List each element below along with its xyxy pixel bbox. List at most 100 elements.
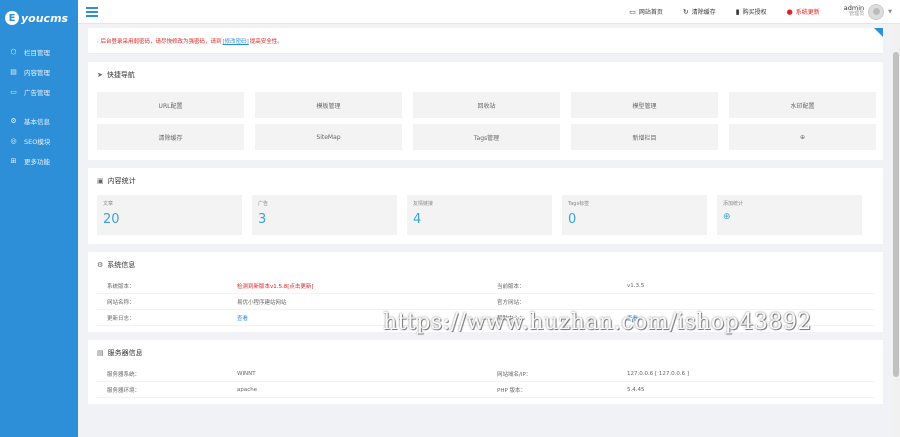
stat-label: 添加统计 — [723, 201, 744, 207]
info-value: v1.3.5 — [627, 282, 645, 289]
table-row: 更新日志： 查看 帮助中心： 查看 — [97, 310, 874, 326]
admin-role: 管理员 — [849, 11, 865, 18]
stat-value: 20 — [103, 212, 120, 227]
admin-menu[interactable]: admin 管理员 ▼ — [844, 3, 892, 20]
quick-recycle-bin[interactable]: 回收站 — [413, 92, 560, 118]
info-key: PHP 版本： — [497, 387, 527, 394]
stat-value: 0 — [568, 212, 577, 227]
sidebar-item-columns[interactable]: ⬡ 栏目管理 — [0, 42, 78, 62]
stat-links[interactable]: 友情链接 4 — [407, 195, 552, 235]
menu-toggle-icon[interactable] — [86, 6, 98, 17]
stat-articles[interactable]: 文章 20 — [97, 195, 242, 235]
notice-prefix: · 后台登录采用弱密码，请尽快修改为强密码，请到 — [97, 38, 222, 45]
quick-watermark[interactable]: 水印配置 — [729, 92, 876, 118]
quick-nav-card: ➤ 快捷导航 URL配置 模板管理 回收站 模型管理 水印配置 清除缓存 Sit… — [88, 62, 883, 160]
stats-title: 内容统计 — [107, 177, 136, 185]
quick-url-config[interactable]: URL配置 — [97, 92, 244, 118]
monitor-icon: ▭ — [629, 7, 636, 16]
notice-suffix: 提高安全性。 — [249, 38, 283, 45]
stat-label: 广告 — [258, 201, 269, 207]
info-value: WINNT — [237, 370, 256, 377]
alert-icon: ● — [786, 7, 793, 16]
quick-clear-cache[interactable]: 清除缓存 — [97, 124, 244, 150]
chart-icon: ▣ — [97, 177, 104, 185]
sidebar: E youcms ⬡ 栏目管理 ▤ 内容管理 ▭ 广告管理 ⚙ 基本信息 ◎ S… — [0, 0, 78, 437]
stats-grid: 文章 20 广告 3 友情链接 4 Tags标签 0 添加统计 ⊕ — [88, 194, 883, 244]
server-icon: ▤ — [97, 349, 104, 357]
help-center-link[interactable]: 查看 — [617, 314, 862, 322]
stat-label: 友情链接 — [413, 201, 434, 207]
admin-text: admin 管理员 — [844, 5, 864, 18]
send-icon: ➤ — [97, 71, 103, 79]
changelog-link[interactable]: 查看 — [227, 314, 487, 322]
sidebar-item-basic[interactable]: ⚙ 基本信息 — [0, 111, 78, 131]
scrollbar-thumb[interactable] — [893, 52, 899, 377]
topbar: ▭ 网站首页 ↻ 清除缓存 ▮ 购买授权 ● 系统更新 admin 管理员 ▼ — [78, 0, 900, 24]
quick-models[interactable]: 模型管理 — [571, 92, 718, 118]
system-info-title: 系统信息 — [107, 261, 136, 269]
stat-value: 3 — [258, 212, 267, 227]
sidebar-nav: ⬡ 栏目管理 ▤ 内容管理 ▭ 广告管理 ⚙ 基本信息 ◎ SEO模块 ⊞ 更多… — [0, 42, 78, 171]
system-update-label: 系统更新 — [795, 9, 820, 16]
server-info-title: 服务器信息 — [107, 349, 143, 357]
server-info-card: ▤ 服务器信息 服务器系统： WINNT 网站域名/IP： 127.0.0.6 … — [88, 340, 883, 404]
stat-label: 文章 — [103, 201, 114, 207]
info-value: 易优小程序建站网站 — [237, 299, 287, 306]
plus-circle-icon: ⊕ — [723, 212, 731, 222]
logo[interactable]: E youcms — [0, 0, 78, 36]
corner-flag — [874, 28, 883, 37]
page-scrollbar[interactable] — [892, 24, 900, 437]
sidebar-item-more[interactable]: ⊞ 更多功能 — [0, 151, 78, 171]
stat-add[interactable]: 添加统计 ⊕ — [717, 195, 862, 235]
quick-templates[interactable]: 模板管理 — [255, 92, 402, 118]
buy-license-link[interactable]: ▮ 购买授权 — [736, 7, 767, 17]
info-key: 网站域名/IP： — [497, 371, 532, 378]
stat-ads[interactable]: 广告 3 — [252, 195, 397, 235]
sidebar-item-label: 栏目管理 — [24, 49, 50, 57]
gear-icon: ⚙ — [10, 117, 17, 125]
table-row: 服务器环境： apache PHP 版本： 5.4.45 — [97, 382, 874, 398]
quick-add-icon[interactable]: ⊕ — [729, 124, 876, 150]
site-home-link[interactable]: ▭ 网站首页 — [629, 7, 663, 17]
system-info-heading: ⚙ 系统信息 — [88, 252, 883, 278]
grid-icon: ⊞ — [10, 157, 17, 165]
topbar-actions: ▭ 网站首页 ↻ 清除缓存 ▮ 购买授权 ● 系统更新 admin 管理员 ▼ — [629, 3, 900, 20]
quick-nav-grid: URL配置 模板管理 回收站 模型管理 水印配置 清除缓存 SiteMap Ta… — [88, 88, 883, 160]
info-key: 当前版本： — [497, 283, 525, 290]
table-row: 系统版本： 检测到新版本v1.5.8[点击更新] 当前版本： v1.3.5 — [97, 278, 874, 294]
info-value: 5.4.45 — [627, 386, 645, 393]
quick-sitemap[interactable]: SiteMap — [255, 124, 402, 150]
stats-heading: ▣ 内容统计 — [88, 168, 883, 194]
quick-tags[interactable]: Tags管理 — [413, 124, 560, 150]
buy-license-label: 购买授权 — [742, 9, 767, 16]
table-row: 网站名称： 易优小程序建站网站 官方网站： — [97, 294, 874, 310]
quick-nav-heading: ➤ 快捷导航 — [88, 62, 883, 88]
seo-icon: ◎ — [10, 137, 17, 145]
change-password-link[interactable]: [修改密码] — [223, 37, 249, 45]
info-key: 更新日志： — [107, 315, 135, 322]
logo-mark-icon: E — [5, 11, 19, 25]
site-home-label: 网站首页 — [638, 9, 663, 16]
sidebar-item-content[interactable]: ▤ 内容管理 — [0, 62, 78, 82]
info-value: apache — [237, 386, 258, 393]
sidebar-item-label: 基本信息 — [24, 118, 50, 126]
main-content: · 后台登录采用弱密码，请尽快修改为强密码，请到 [修改密码] 提高安全性。 ➤… — [88, 28, 883, 412]
sidebar-item-seo[interactable]: ◎ SEO模块 — [0, 131, 78, 151]
info-key: 服务器系统： — [107, 371, 141, 378]
sidebar-item-ads[interactable]: ▭ 广告管理 — [0, 82, 78, 102]
sidebar-item-label: 更多功能 — [24, 158, 50, 166]
server-info-table: 服务器系统： WINNT 网站域名/IP： 127.0.0.6 [ 127.0.… — [88, 366, 883, 404]
info-key: 系统版本： — [107, 283, 135, 290]
info-key: 官方网站： — [497, 299, 525, 306]
clear-cache-link[interactable]: ↻ 清除缓存 — [683, 7, 716, 17]
system-info-table: 系统版本： 检测到新版本v1.5.8[点击更新] 当前版本： v1.3.5 网站… — [88, 278, 883, 332]
file-icon: ▤ — [10, 68, 17, 76]
folder-icon: ▭ — [10, 88, 17, 96]
system-update-link[interactable]: ● 系统更新 — [786, 7, 820, 17]
stat-tags[interactable]: Tags标签 0 — [562, 195, 707, 235]
new-version-link[interactable]: 检测到新版本v1.5.8[点击更新] — [227, 282, 487, 290]
quick-add-column[interactable]: 新增栏目 — [571, 124, 718, 150]
info-key: 网站名称： — [107, 299, 135, 306]
system-info-card: ⚙ 系统信息 系统版本： 检测到新版本v1.5.8[点击更新] 当前版本： v1… — [88, 252, 883, 332]
info-key: 帮助中心： — [497, 315, 525, 322]
